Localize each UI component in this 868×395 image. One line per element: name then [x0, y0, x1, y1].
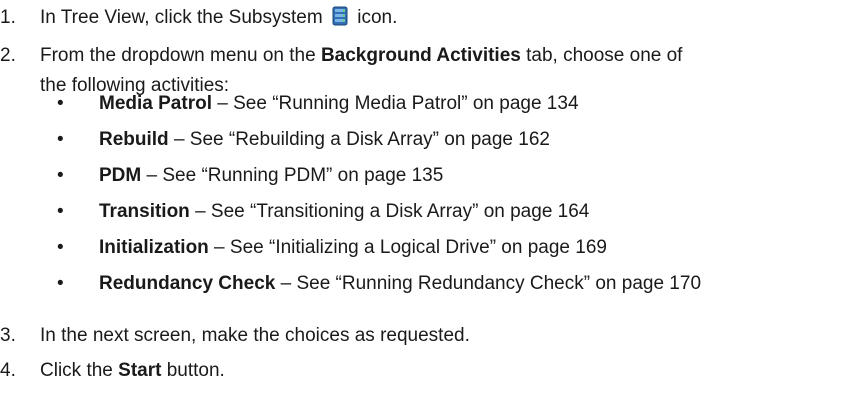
subsystem-icon: [330, 6, 350, 26]
step-2-text-a: From the dropdown menu on the: [40, 45, 321, 66]
step-number: 2.: [0, 45, 16, 66]
activity-name: PDM: [99, 165, 142, 186]
bullet-dot: •: [57, 201, 64, 222]
bullet-dot: •: [57, 237, 64, 258]
step-3: 3. In the next screen, make the choices …: [0, 324, 868, 348]
step-2: 2. From the dropdown menu on the Backgro…: [0, 44, 868, 98]
activity-reference: – See “Running Media Patrol” on page 134: [211, 93, 579, 114]
step-number: 4.: [0, 360, 16, 381]
step-4-text-a: Click the: [40, 360, 119, 381]
activity-reference: – See “Running Redundancy Check” on page…: [275, 273, 702, 294]
step-4: 4. Click the Start button.: [0, 359, 868, 383]
list-item: • Initialization – See “Initializing a L…: [0, 236, 868, 260]
background-activities-tab-name: Background Activities: [320, 45, 521, 66]
step-1-text-before-icon: In Tree View, click the Subsystem: [40, 7, 328, 28]
activity-name: Initialization: [99, 237, 209, 258]
activity-reference: – See “Running PDM” on page 135: [141, 165, 444, 186]
bullet-dot: •: [57, 93, 64, 114]
step-3-text: In the next screen, make the choices as …: [40, 325, 470, 346]
bullet-dot: •: [57, 273, 64, 294]
activity-name: Media Patrol: [99, 93, 212, 114]
step-2-text-b: tab, choose one of: [520, 45, 683, 66]
step-1: 1. In Tree View, click the Subsystem ico…: [0, 6, 868, 30]
step-4-text-b: button.: [161, 360, 225, 381]
activity-reference: – See “Transitioning a Disk Array” on pa…: [189, 201, 590, 222]
list-item: • Redundancy Check – See “Running Redund…: [0, 272, 868, 296]
list-item: • Rebuild – See “Rebuilding a Disk Array…: [0, 128, 868, 152]
activity-reference: – See “Rebuilding a Disk Array” on page …: [168, 129, 550, 150]
activity-name: Transition: [99, 201, 190, 222]
start-button-name: Start: [118, 360, 162, 381]
bullet-dot: •: [57, 129, 64, 150]
step-1-text-after-icon: icon.: [351, 7, 398, 28]
activity-name: Redundancy Check: [99, 273, 276, 294]
list-item: • PDM – See “Running PDM” on page 135: [0, 164, 868, 188]
bullet-dot: •: [57, 165, 64, 186]
activity-reference: – See “Initializing a Logical Drive” on …: [208, 237, 607, 258]
activity-name: Rebuild: [99, 129, 169, 150]
list-item: • Transition – See “Transitioning a Disk…: [0, 200, 868, 224]
list-item: • Media Patrol – See “Running Media Patr…: [0, 92, 868, 116]
step-number: 1.: [0, 7, 16, 28]
step-number: 3.: [0, 325, 16, 346]
